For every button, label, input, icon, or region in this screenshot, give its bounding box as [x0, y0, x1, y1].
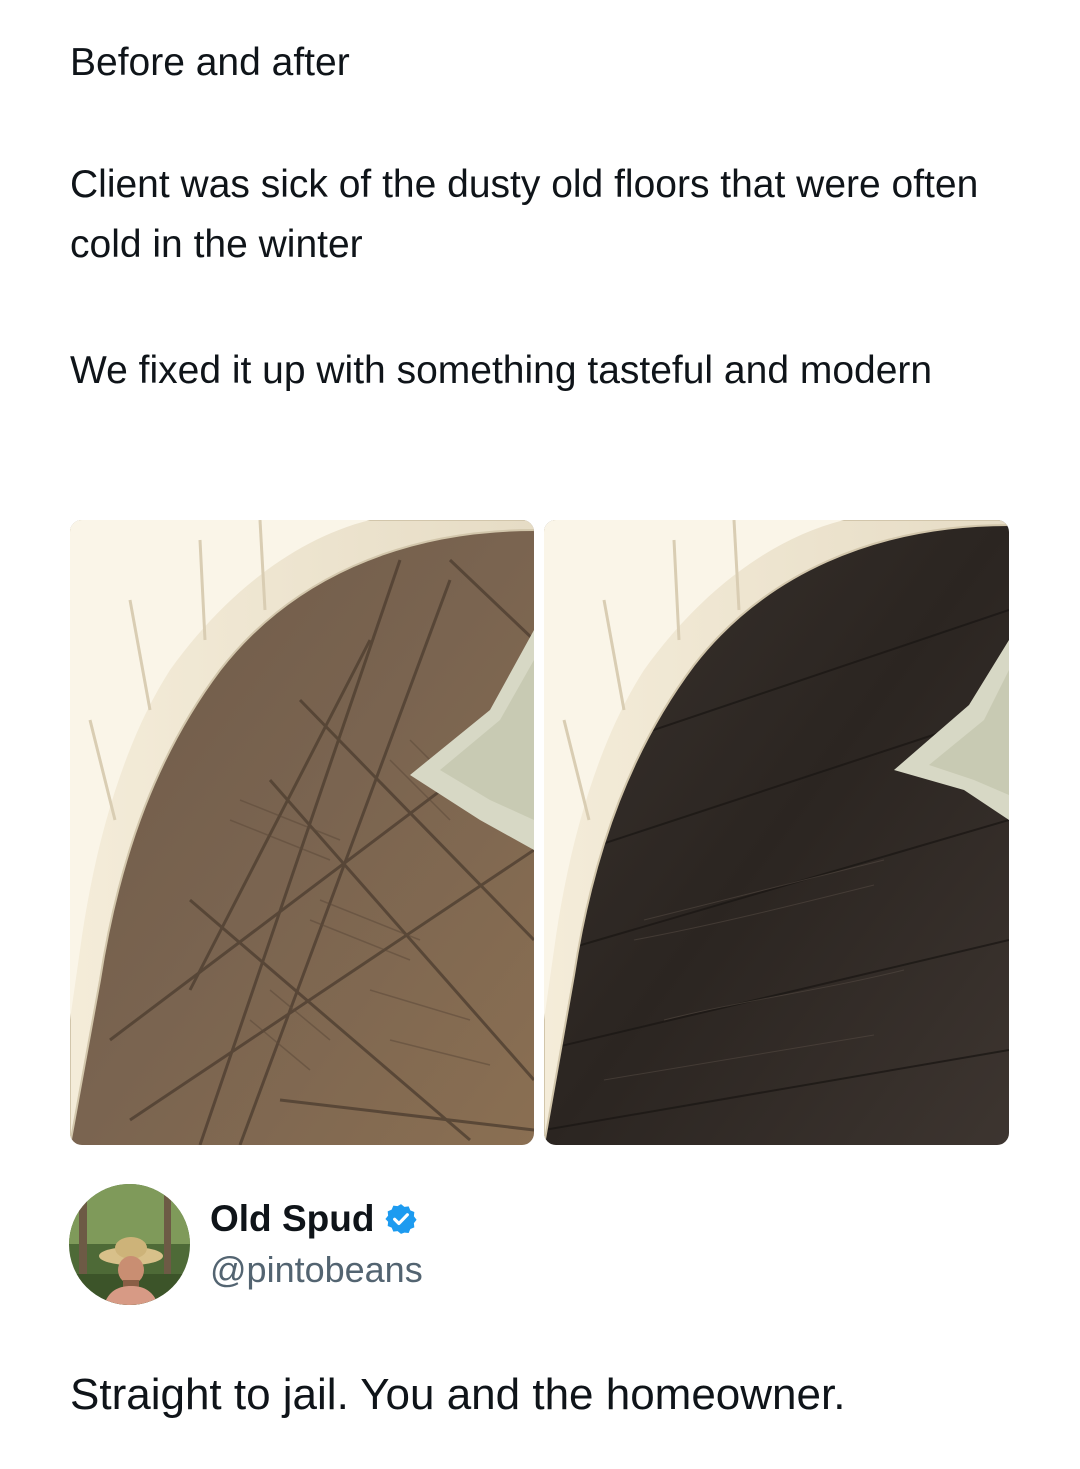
before-floor-image[interactable]: [70, 520, 534, 1145]
post-paragraph-2: Client was sick of the dusty old floors …: [70, 163, 979, 266]
dark-plank-floor-image: [544, 520, 1009, 1145]
parquet-floor-image: [70, 520, 534, 1145]
avatar-photo: [69, 1184, 190, 1305]
author-name-row[interactable]: Old Spud: [210, 1196, 418, 1242]
author-name[interactable]: Old Spud: [210, 1196, 374, 1242]
verified-badge-icon: [384, 1202, 418, 1236]
avatar[interactable]: [69, 1184, 190, 1305]
post-paragraph-1: Before and after: [70, 41, 350, 84]
post-paragraph-3: We fixed it up with something tasteful a…: [70, 349, 933, 392]
author-handle[interactable]: @pintobeans: [210, 1247, 423, 1293]
after-floor-image[interactable]: [544, 520, 1009, 1145]
reply-text: Straight to jail. You and the homeowner.: [70, 1370, 846, 1419]
